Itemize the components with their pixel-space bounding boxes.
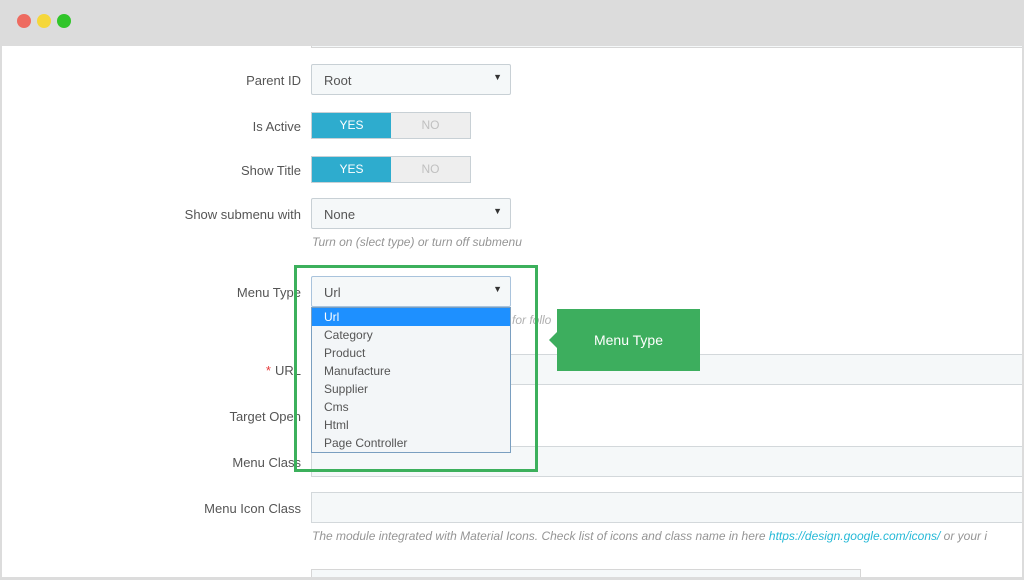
show-submenu-label: Show submenu with: [184, 207, 301, 222]
form-page: Parent ID Root ▼ Is Active YES NO Show T…: [2, 46, 1022, 577]
is-active-no[interactable]: NO: [391, 113, 470, 138]
previous-field-input[interactable]: [311, 46, 1022, 48]
menu-type-highlight-box: [294, 265, 538, 472]
target-open-label: Target Open: [229, 409, 301, 424]
show-title-toggle[interactable]: YES NO: [311, 156, 471, 183]
close-window-button[interactable]: [17, 14, 31, 28]
menu-class-label: Menu Class: [232, 455, 301, 470]
parent-id-label: Parent ID: [246, 73, 301, 88]
chevron-down-icon: ▼: [493, 206, 502, 216]
show-title-no[interactable]: NO: [391, 157, 470, 182]
menu-icon-class-input[interactable]: [311, 492, 1022, 523]
help-suffix: or your i: [940, 529, 988, 543]
material-icons-link[interactable]: https://design.google.com/icons/: [769, 529, 940, 543]
is-active-toggle[interactable]: YES NO: [311, 112, 471, 139]
is-active-yes[interactable]: YES: [312, 113, 391, 138]
show-submenu-help: Turn on (slect type) or turn off submenu: [312, 235, 522, 249]
next-field-input[interactable]: [311, 569, 861, 577]
show-title-label: Show Title: [241, 163, 301, 178]
menu-icon-class-label: Menu Icon Class: [204, 501, 301, 516]
window-titlebar: [0, 0, 1024, 46]
show-title-yes[interactable]: YES: [312, 157, 391, 182]
help-prefix: The module integrated with Material Icon…: [312, 529, 769, 543]
minimize-window-button[interactable]: [37, 14, 51, 28]
parent-id-select[interactable]: Root ▼: [311, 64, 511, 95]
chevron-down-icon: ▼: [493, 72, 502, 82]
required-mark: *: [265, 363, 271, 378]
parent-id-value: Root: [324, 73, 352, 88]
is-active-label: Is Active: [252, 119, 301, 134]
show-submenu-select[interactable]: None ▼: [311, 198, 511, 229]
menu-icon-class-help: The module integrated with Material Icon…: [312, 529, 987, 543]
menu-type-label: Menu Type: [236, 285, 301, 300]
show-submenu-value: None: [324, 207, 356, 222]
maximize-window-button[interactable]: [57, 14, 71, 28]
menu-type-callout: Menu Type: [549, 309, 700, 371]
